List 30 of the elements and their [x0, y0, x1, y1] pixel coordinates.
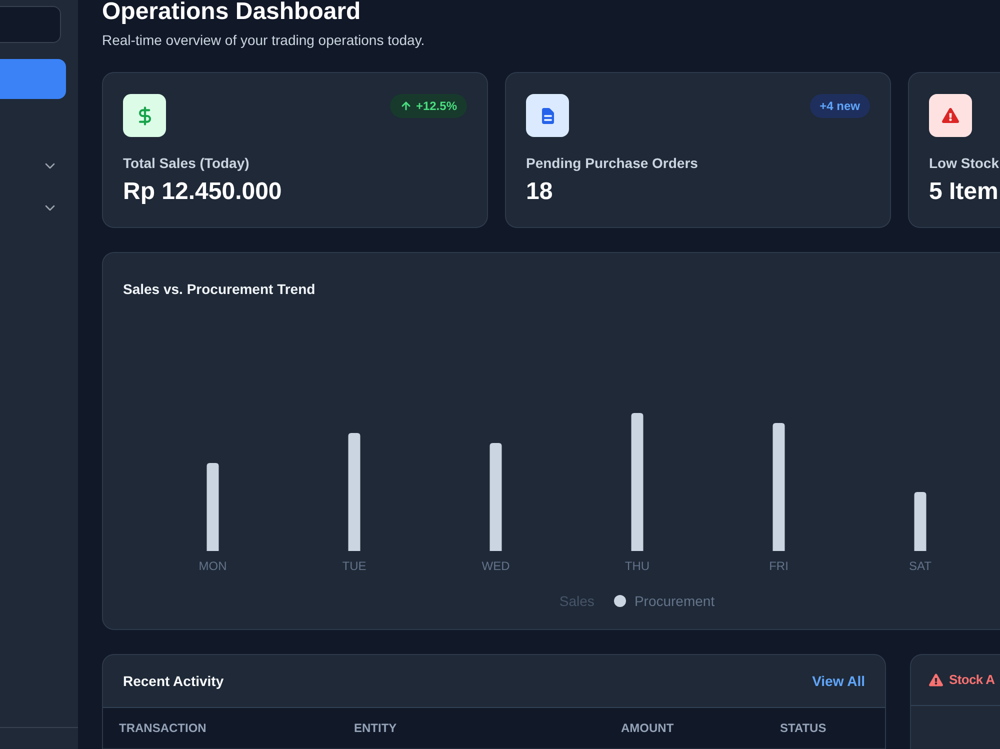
panel-title: Recent Activity [123, 672, 224, 691]
trend-value: +12.5% [416, 98, 457, 114]
column-header: TRANSACTION [119, 720, 206, 736]
axis-label: TUE [342, 559, 366, 574]
document-icon [526, 94, 569, 137]
column-header: STATUS [780, 720, 826, 736]
axis-label: SAT [909, 559, 932, 574]
panel-title: Stock A [949, 671, 995, 690]
axis-label: FRI [769, 559, 788, 574]
legend-label[interactable]: Procurement [634, 591, 715, 611]
chart-title: Sales vs. Procurement Trend [123, 280, 316, 299]
stat-value: 5 Item [929, 177, 998, 207]
dollar-icon [123, 94, 166, 137]
axis-label: WED [482, 559, 510, 574]
column-header: ENTITY [354, 720, 397, 736]
stat-value: Rp 12.450.000 [123, 177, 282, 207]
stat-label: Pending Purchase Orders [526, 154, 698, 173]
page-title: Operations Dashboard [102, 0, 361, 24]
page-subtitle: Real-time overview of your trading operations today. [102, 31, 425, 50]
stat-label: Low Stock [929, 154, 1000, 173]
count-badge: +4 new [810, 94, 870, 118]
stat-label: Total Sales (Today) [123, 154, 250, 173]
warning-icon [929, 673, 943, 687]
arrow-up-icon [400, 100, 412, 112]
view-all-link[interactable]: View All [812, 671, 865, 691]
warning-icon [929, 94, 972, 137]
axis-label: MON [198, 559, 227, 574]
axis-label: THU [624, 559, 650, 574]
stat-value: 18 [526, 177, 553, 207]
column-header: AMOUNT [621, 720, 674, 736]
